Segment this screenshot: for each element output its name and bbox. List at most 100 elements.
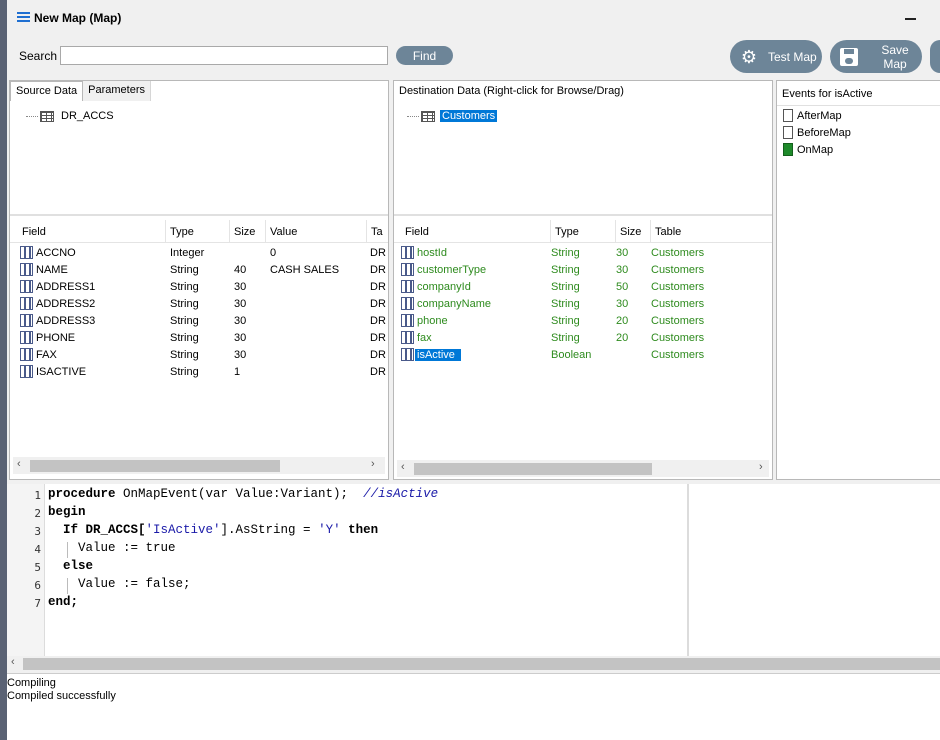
field-icon: [401, 331, 414, 344]
table-row[interactable]: fax String 20 Customers: [401, 330, 769, 347]
field-icon: [20, 246, 33, 259]
table-row[interactable]: NAME String 40 CASH SALES DR: [20, 262, 388, 279]
col-type[interactable]: Type: [166, 220, 230, 243]
editor-split-divider[interactable]: [687, 484, 689, 656]
code-editor[interactable]: 1 2 3 4 5 6 7 procedure OnMapEvent(var V…: [7, 484, 940, 656]
table-row[interactable]: ADDRESS1 String 30 DR: [20, 279, 388, 296]
scroll-thumb[interactable]: [23, 658, 940, 670]
col-table[interactable]: Ta: [367, 220, 388, 243]
scroll-thumb[interactable]: [30, 460, 280, 472]
scroll-thumb[interactable]: [414, 463, 652, 475]
table-row-selected[interactable]: isActive Boolean Customers: [401, 347, 769, 364]
scroll-left-icon[interactable]: ‹: [11, 656, 15, 668]
field-icon: [20, 314, 33, 327]
col-field[interactable]: Field: [18, 220, 166, 243]
menu-icon[interactable]: [17, 12, 30, 22]
source-tree-label: DR_ACCS: [61, 110, 114, 122]
code-hscrollbar[interactable]: ‹: [7, 656, 940, 671]
field-icon: [20, 331, 33, 344]
event-label: AfterMap: [797, 109, 842, 122]
event-label: BeforeMap: [797, 126, 851, 139]
scroll-right-icon[interactable]: ›: [759, 461, 763, 473]
table-row[interactable]: phone String 20 Customers: [401, 313, 769, 330]
field-icon: [20, 280, 33, 293]
splitter[interactable]: [394, 214, 772, 216]
code-line-2: begin: [48, 505, 86, 519]
search-label: Search: [19, 49, 58, 63]
field-icon: [401, 297, 414, 310]
field-icon: [401, 246, 414, 259]
event-item-beforemap[interactable]: BeforeMap: [783, 125, 851, 140]
code-line-5: else: [48, 559, 94, 573]
compile-output: Compiling Compiled successfully: [7, 673, 940, 740]
code-line-3: If DR_ACCS['IsActive'].AsString = 'Y' th…: [48, 523, 379, 537]
gear-icon: ⚙: [740, 46, 758, 67]
source-tabs: Source Data Parameters: [10, 81, 152, 101]
table-row[interactable]: FAX String 30 DR: [20, 347, 388, 364]
table-icon: [421, 110, 435, 122]
table-row[interactable]: hostId String 30 Customers: [401, 245, 769, 262]
events-header: Events for isActive: [782, 88, 873, 100]
code-line-6: Value := false;: [48, 577, 191, 591]
table-row[interactable]: customerType String 30 Customers: [401, 262, 769, 279]
table-row[interactable]: companyId String 50 Customers: [401, 279, 769, 296]
more-toolbar-button[interactable]: [930, 40, 940, 73]
field-icon: [20, 297, 33, 310]
col-type[interactable]: Type: [551, 220, 616, 243]
field-icon: [401, 263, 414, 276]
document-green-icon: [783, 143, 793, 156]
window-title: New Map (Map): [34, 11, 122, 25]
test-map-label: Test Map: [768, 49, 817, 64]
col-value[interactable]: Value: [266, 220, 367, 243]
col-field[interactable]: Field: [401, 220, 551, 243]
col-size[interactable]: Size: [230, 220, 266, 243]
code-line-7: end;: [48, 595, 79, 609]
table-row[interactable]: ADDRESS2 String 30 DR: [20, 296, 388, 313]
code-line-1: procedure OnMapEvent(var Value:Variant);…: [48, 487, 439, 501]
col-size[interactable]: Size: [616, 220, 651, 243]
minimize-icon[interactable]: [905, 18, 916, 20]
tab-source-data[interactable]: Source Data: [10, 81, 84, 101]
event-label: OnMap: [797, 143, 834, 156]
table-row[interactable]: companyName String 30 Customers: [401, 296, 769, 313]
field-icon: [401, 280, 414, 293]
source-tree-root[interactable]: DR_ACCS: [26, 109, 116, 123]
scroll-right-icon[interactable]: ›: [371, 458, 375, 470]
field-icon: [401, 348, 414, 361]
find-button[interactable]: Find: [396, 46, 453, 65]
test-map-button[interactable]: ⚙ Test Map: [730, 40, 822, 73]
destination-hscrollbar[interactable]: ‹ ›: [397, 460, 769, 477]
destination-tree-label: Customers: [440, 110, 498, 122]
scroll-left-icon[interactable]: ‹: [17, 458, 21, 470]
destination-header: Destination Data (Right-click for Browse…: [399, 85, 624, 97]
table-row[interactable]: ISACTIVE String 1 DR: [20, 364, 388, 381]
line-number-gutter: 1 2 3 4 5 6 7: [7, 484, 45, 656]
event-item-aftermap[interactable]: AfterMap: [783, 108, 842, 123]
field-icon: [401, 314, 414, 327]
table-row[interactable]: ACCNO Integer 0 DR: [20, 245, 388, 262]
source-panel: Source Data Parameters DR_ACCS Field Typ…: [9, 80, 389, 480]
destination-tree-root[interactable]: Customers: [407, 109, 498, 123]
search-input[interactable]: [60, 46, 388, 65]
event-item-onmap[interactable]: OnMap: [783, 142, 833, 157]
save-map-label: Save Map: [881, 42, 909, 71]
document-icon: [783, 109, 793, 122]
tab-parameters[interactable]: Parameters: [83, 81, 152, 101]
output-line: Compiling: [7, 677, 56, 689]
table-row[interactable]: PHONE String 30 DR: [20, 330, 388, 347]
output-line: Compiled successfully: [7, 690, 116, 702]
document-icon: [783, 126, 793, 139]
field-icon: [20, 263, 33, 276]
field-icon: [20, 348, 33, 361]
scroll-left-icon[interactable]: ‹: [401, 461, 405, 473]
source-grid-header: Field Type Size Value Ta: [10, 220, 388, 243]
splitter[interactable]: [10, 214, 388, 216]
title-bar: New Map (Map): [7, 0, 940, 36]
search-bar: Search Find ⚙ Test Map Save Map: [7, 36, 940, 80]
col-table[interactable]: Table: [651, 220, 772, 243]
save-map-button[interactable]: Save Map: [830, 40, 922, 73]
save-icon: [840, 47, 858, 66]
destination-grid-header: Field Type Size Table: [394, 220, 772, 243]
source-hscrollbar[interactable]: ‹ ›: [13, 457, 385, 474]
table-row[interactable]: ADDRESS3 String 30 DR: [20, 313, 388, 330]
